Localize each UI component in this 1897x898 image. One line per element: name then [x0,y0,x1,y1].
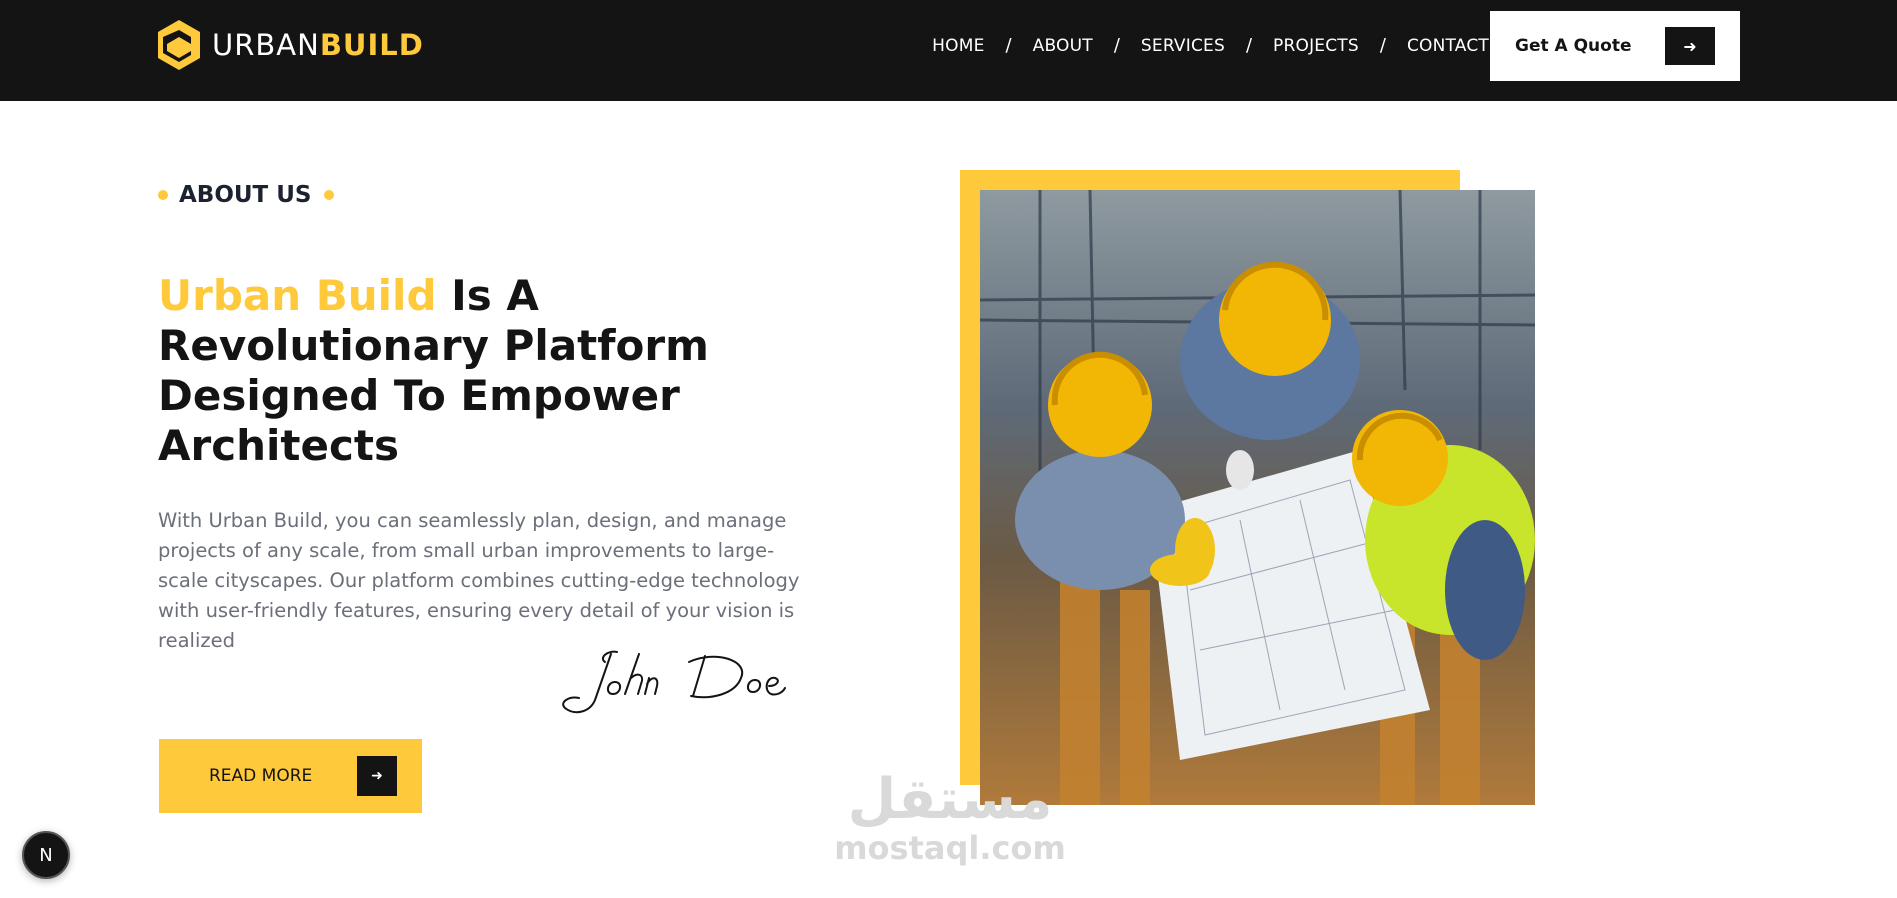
nav-separator: / [1005,35,1012,56]
arrow-right-icon: ➜ [357,756,397,796]
main-nav: HOME / ABOUT / SERVICES / PROJECTS / CON… [932,35,1489,56]
nav-contact[interactable]: CONTACT [1407,36,1489,56]
site-header: URBANBUILD HOME / ABOUT / SERVICES / PRO… [0,0,1897,101]
headline-part: Architects [158,421,399,470]
headline-part: Designed To Empower [158,371,680,420]
brand-logo[interactable]: URBANBUILD [158,20,424,70]
get-quote-label: Get A Quote [1515,36,1632,56]
read-more-button[interactable]: READ MORE ➜ [159,739,422,813]
nav-about[interactable]: ABOUT [1033,36,1093,56]
nav-separator: / [1379,35,1386,56]
headline-part: Is A [436,271,539,320]
headline-part: Revolutionary Platform [158,321,709,370]
watermark: مستقل mostaql.com [830,767,1070,867]
about-description: With Urban Build, you can seamlessly pla… [158,509,800,652]
workers-illustration [980,190,1535,805]
headline-accent: Urban Build [158,271,437,320]
nav-projects[interactable]: PROJECTS [1273,36,1359,56]
get-quote-button[interactable]: Get A Quote ➜ [1490,11,1740,81]
about-headline: Urban Build Is A Revolutionary Platform … [158,271,718,471]
watermark-latin: mostaql.com [834,829,1066,867]
nav-services[interactable]: SERVICES [1141,36,1225,56]
eyebrow-label: ABOUT US [179,182,312,208]
watermark-arabic: مستقل [847,767,1053,832]
brand-name-urban: URBAN [212,28,320,62]
brand-name: URBANBUILD [212,28,424,62]
logo-cube-icon [158,20,200,70]
workers-photo [980,190,1535,805]
eyebrow-dot-icon [158,190,168,200]
read-more-label: READ MORE [209,766,313,786]
nav-separator: / [1245,35,1253,56]
eyebrow-dot-icon [323,190,334,200]
section-eyebrow: ABOUT US [158,182,334,208]
brand-name-build: BUILD [319,28,424,62]
nav-separator: / [1113,35,1120,56]
arrow-right-icon: ➜ [1665,27,1715,65]
nav-home[interactable]: HOME [932,36,984,56]
dev-tools-badge[interactable]: N [22,831,70,879]
signature-image [562,650,786,714]
